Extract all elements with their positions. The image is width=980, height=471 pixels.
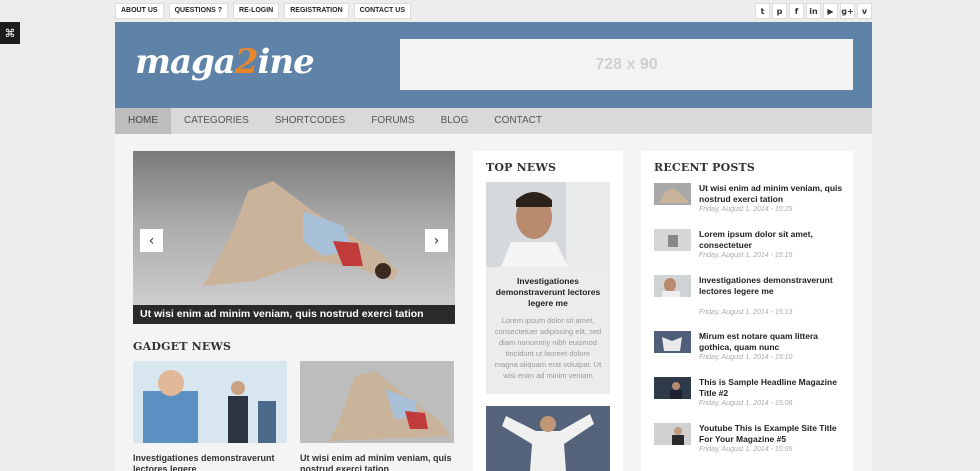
slider-caption[interactable]: Ut wisi enim ad minim veniam, quis nostr… [133, 305, 455, 324]
nav-item-contact[interactable]: CONTACT [481, 108, 555, 134]
logo-text-end: ine [257, 42, 314, 82]
top-links: ABOUT US QUESTIONS ? RE-LOGIN REGISTRATI… [115, 3, 411, 19]
youtube-icon[interactable]: ▶ [823, 3, 838, 19]
logo-text-start: maga [135, 42, 236, 82]
re-login-link[interactable]: RE-LOGIN [233, 3, 280, 19]
questions-link[interactable]: QUESTIONS ? [168, 3, 229, 19]
nav-item-shortcodes[interactable]: SHORTCODES [262, 108, 358, 134]
recent-post-thumbnail [654, 275, 691, 297]
recent-post-date: Friday, August 1, 2014 - 15:13 [699, 309, 793, 316]
recent-post-title[interactable]: Lorem ipsum dolor sit amet, consectetuer [699, 229, 847, 251]
chevron-right-icon: › [433, 232, 440, 249]
gadget-news-thumbnail [300, 361, 454, 443]
main-nav: HOME CATEGORIES SHORTCODES FORUMS BLOG C… [115, 108, 872, 134]
recent-post-thumbnail [654, 229, 691, 251]
recent-post-thumbnail [654, 331, 691, 353]
top-news-widget: TOP NEWS Investigationes demonstraverunt… [473, 151, 623, 471]
recent-post-item[interactable]: Investigationes demonstraverunt lectores… [654, 275, 847, 316]
slider-prev-button[interactable]: ‹ [140, 229, 163, 252]
site-logo[interactable]: maga2ine [135, 42, 315, 82]
nav-item-categories[interactable]: CATEGORIES [171, 108, 262, 134]
recent-post-date: Friday, August 1, 2014 - 15:10 [699, 354, 793, 361]
gadget-news-thumbnail [133, 361, 287, 443]
registration-link[interactable]: REGISTRATION [284, 3, 349, 19]
sidebar-toggle-button[interactable]: ⌘ [0, 22, 20, 44]
recent-posts-widget: RECENT POSTS Ut wisi enim ad minim venia… [641, 151, 853, 471]
recent-post-date: Friday, August 1, 2014 - 15:15 [699, 252, 793, 259]
top-news-image-2[interactable] [486, 406, 610, 471]
top-news-card[interactable]: Investigationes demonstraverunt lectores… [486, 182, 610, 394]
top-news-image [486, 182, 610, 267]
recent-post-date: Friday, August 1, 2014 - 15:05 [699, 446, 793, 453]
recent-post-title[interactable]: Youtube This is Example Site Title For Y… [699, 423, 847, 445]
recent-post-date: Friday, August 1, 2014 - 15:25 [699, 206, 793, 213]
recent-posts-heading: RECENT POSTS [654, 161, 756, 174]
top-bar: ABOUT US QUESTIONS ? RE-LOGIN REGISTRATI… [115, 3, 872, 19]
slider-next-button[interactable]: › [425, 229, 448, 252]
recent-post-title[interactable]: Mirum est notare quam littera gothica, q… [699, 331, 847, 353]
nav-item-home[interactable]: HOME [115, 108, 171, 134]
recent-post-item[interactable]: This is Sample Headline Magazine Title #… [654, 377, 844, 417]
site-header: maga2ine 728 x 90 [115, 22, 872, 108]
recent-post-title[interactable]: Ut wisi enim ad minim veniam, quis nostr… [699, 183, 847, 205]
linkedin-icon[interactable]: in [806, 3, 821, 19]
gadget-news-title[interactable]: Investigationes demonstraverunt lectores… [133, 453, 287, 471]
twitter-icon[interactable]: t [755, 3, 770, 19]
chevron-left-icon: ‹ [148, 232, 155, 249]
recent-post-title[interactable]: This is Sample Headline Magazine Title #… [699, 377, 847, 399]
facebook-icon[interactable]: f [789, 3, 804, 19]
recent-post-item[interactable]: Mirum est notare quam littera gothica, q… [654, 331, 844, 371]
recent-post-thumbnail [654, 377, 691, 399]
recent-post-thumbnail [654, 423, 691, 445]
recent-post-title[interactable]: Investigationes demonstraverunt lectores… [699, 275, 847, 297]
top-news-heading: TOP NEWS [486, 161, 557, 174]
top-news-card-title[interactable]: Investigationes demonstraverunt lectores… [486, 272, 610, 309]
contact-us-link[interactable]: CONTACT US [353, 3, 411, 19]
recent-post-item[interactable]: Youtube This is Example Site Title For Y… [654, 423, 844, 463]
social-links: t p f in ▶ g+ v [755, 3, 872, 19]
googleplus-icon[interactable]: g+ [840, 3, 855, 19]
expand-icon: ⌘ [4, 26, 16, 40]
vimeo-icon[interactable]: v [857, 3, 872, 19]
recent-post-thumbnail [654, 183, 691, 205]
nav-item-forums[interactable]: FORUMS [358, 108, 427, 134]
featured-slider[interactable]: ‹ › Ut wisi enim ad minim veniam, quis n… [133, 151, 455, 324]
gadget-news-item[interactable]: Ut wisi enim ad minim veniam, quis nostr… [300, 361, 454, 471]
nav-item-blog[interactable]: BLOG [428, 108, 482, 134]
recent-post-item[interactable]: Ut wisi enim ad minim veniam, quis nostr… [654, 183, 844, 223]
recent-post-item[interactable]: Lorem ipsum dolor sit amet, consectetuer… [654, 229, 844, 269]
ad-banner[interactable]: 728 x 90 [400, 39, 853, 90]
recent-post-date: Friday, August 1, 2014 - 15:08 [699, 400, 793, 407]
logo-text-accent: 2 [234, 42, 259, 82]
gadget-news-heading: GADGET NEWS [133, 340, 232, 353]
about-us-link[interactable]: ABOUT US [115, 3, 164, 19]
top-news-card-excerpt: Lorem ipsum dolor sit amet, consectetuer… [494, 316, 602, 380]
slider-image [203, 181, 398, 286]
gadget-news-item[interactable]: Investigationes demonstraverunt lectores… [133, 361, 287, 471]
pinterest-icon[interactable]: p [772, 3, 787, 19]
gadget-news-title[interactable]: Ut wisi enim ad minim veniam, quis nostr… [300, 453, 454, 471]
